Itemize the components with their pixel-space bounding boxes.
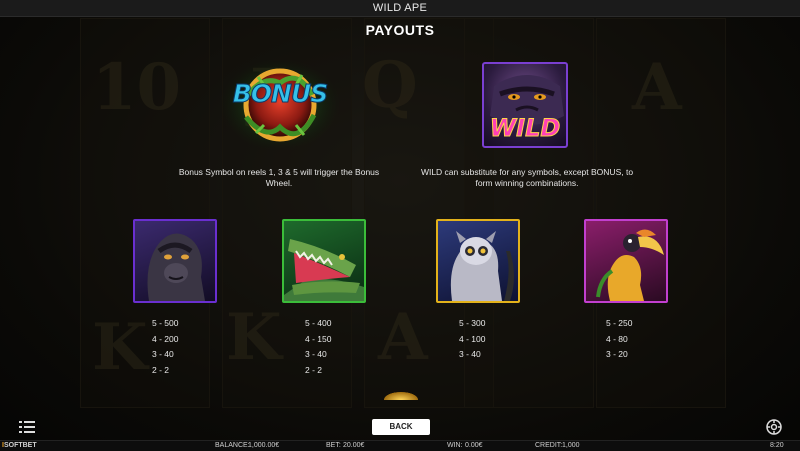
status-bar: ISOFTBET BALANCE: 1,000.00€ BET: 20.00€ …: [0, 440, 800, 451]
background-letter: A: [378, 300, 428, 375]
credit-value: 1,000: [562, 442, 580, 449]
lemur-symbol: [436, 219, 520, 303]
brand-logo: ISOFTBET: [2, 442, 37, 449]
wild-logo-text: WILD: [489, 114, 561, 143]
background-letter: Q: [362, 48, 418, 123]
page-title: PAYOUTS: [365, 22, 435, 38]
credit-label: CREDIT:: [535, 442, 563, 449]
payout-row: 2 - 2: [152, 364, 170, 375]
wild-description: WILD can substitute for any symbols, exc…: [420, 167, 634, 188]
crocodile-payout-list: 5 - 400 4 - 150 3 - 40 2 - 2: [305, 316, 331, 378]
payout-row: 5 - 500: [152, 318, 179, 328]
bonus-logo-text: BONUS: [232, 79, 329, 109]
gorilla-symbol: [133, 219, 217, 303]
payout-row: 3 - 40: [459, 349, 481, 359]
spin-button-glow: [384, 392, 418, 400]
hornbill-symbol: [584, 219, 668, 303]
payout-row: 3 - 20: [606, 349, 628, 359]
balance-value: 1,000.00€: [248, 442, 280, 449]
background-letter: A: [632, 50, 682, 125]
settings-icon[interactable]: [766, 419, 782, 435]
crocodile-symbol: [282, 219, 366, 303]
hornbill-payout-list: 5 - 250 4 - 80 3 - 20: [606, 316, 632, 363]
background-letter: K: [92, 310, 148, 385]
hamburger-menu-icon[interactable]: [19, 420, 35, 434]
payout-row: 4 - 100: [459, 333, 486, 344]
clock: 8:20: [770, 442, 784, 449]
win-label: WIN:: [447, 442, 463, 449]
bonus-symbol-logo: BONUS: [218, 55, 342, 151]
payout-row: 5 - 300: [459, 318, 486, 328]
wild-symbol-tile: WILD: [482, 62, 568, 148]
payout-row: 4 - 150: [305, 333, 332, 344]
bonus-description: Bonus Symbol on reels 1, 3 & 5 will trig…: [178, 167, 380, 188]
bet-label: BET:: [326, 442, 341, 449]
win-value: 0.00€: [465, 442, 483, 449]
background-letter: K: [226, 300, 282, 375]
payout-row: 4 - 80: [606, 333, 628, 344]
game-background: 10 J Q K A K A: [0, 0, 800, 451]
lemur-payout-list: 5 - 300 4 - 100 3 - 40: [459, 316, 485, 363]
payout-row: 4 - 200: [152, 333, 179, 344]
payout-row: 5 - 250: [606, 318, 633, 328]
balance-label: BALANCE:: [215, 442, 250, 449]
payout-row: 2 - 2: [305, 364, 323, 375]
payout-row: 3 - 40: [152, 349, 174, 359]
gorilla-payout-list: 5 - 500 4 - 200 3 - 40 2 - 2: [152, 316, 178, 378]
background-letter: 10: [92, 50, 182, 125]
payout-row: 5 - 400: [305, 318, 332, 328]
payout-row: 3 - 40: [305, 349, 327, 359]
bet-value: 20.00€: [343, 442, 365, 449]
back-button[interactable]: BACK: [372, 419, 430, 435]
window-title: WILD APE: [0, 0, 800, 17]
